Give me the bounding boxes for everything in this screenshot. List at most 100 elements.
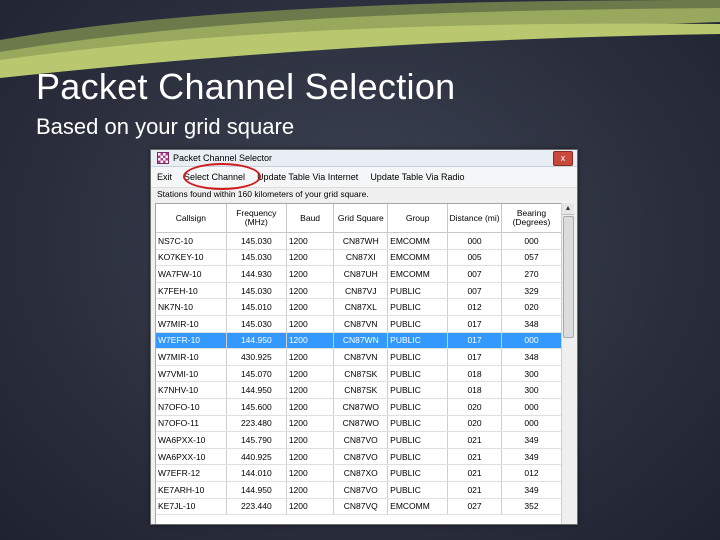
column-header-group[interactable]: Group bbox=[387, 204, 449, 233]
cell-bearing: 000 bbox=[501, 232, 562, 250]
cell-frequency: 144.950 bbox=[226, 481, 287, 499]
cell-distance: 012 bbox=[447, 298, 502, 316]
cell-baud: 1200 bbox=[286, 381, 335, 399]
cell-grid-square: CN87XI bbox=[333, 249, 389, 267]
cell-callsign: W7MIR-10 bbox=[156, 315, 227, 333]
cell-baud: 1200 bbox=[286, 448, 335, 466]
window-titlebar[interactable]: Packet Channel Selector x bbox=[151, 150, 577, 167]
cell-distance: 007 bbox=[447, 282, 502, 300]
cell-callsign: NS7C-10 bbox=[156, 232, 227, 250]
menu-exit[interactable]: Exit bbox=[151, 172, 178, 182]
cell-grid-square: CN87VN bbox=[333, 348, 389, 366]
table-row[interactable]: K7FEH-10 145.030 1200 CN87VJ PUBLIC 007 329 bbox=[156, 282, 562, 300]
cell-baud: 1200 bbox=[286, 249, 335, 267]
table-body: NS7C-10 145.030 1200 CN87WH EMCOMM 000 000 KO7K… bbox=[156, 232, 562, 516]
cell-grid-square: CN87XL bbox=[333, 298, 389, 316]
table-row[interactable]: WA7FW-10 144.930 1200 CN87UH EMCOMM 007 270 bbox=[156, 265, 562, 283]
cell-baud: 1200 bbox=[286, 498, 335, 516]
cell-frequency: 223.480 bbox=[226, 415, 287, 433]
cell-distance: 018 bbox=[447, 365, 502, 383]
table-row[interactable]: KO7KEY-10 145.030 1200 CN87XI EMCOMM 005 057 bbox=[156, 249, 562, 267]
cell-distance: 005 bbox=[447, 249, 502, 267]
cell-bearing: 270 bbox=[501, 265, 562, 283]
cell-bearing: 020 bbox=[501, 298, 562, 316]
table-row[interactable]: N7OFO-11 223.480 1200 CN87WO PUBLIC 020 000 bbox=[156, 415, 562, 433]
cell-frequency: 145.030 bbox=[226, 315, 287, 333]
table-row[interactable]: N7OFO-10 145.600 1200 CN87WO PUBLIC 020 000 bbox=[156, 398, 562, 416]
cell-group: PUBLIC bbox=[387, 415, 449, 433]
scroll-thumb[interactable] bbox=[563, 216, 574, 338]
table-row[interactable]: K7NHV-10 144.950 1200 CN87SK PUBLIC 018 300 bbox=[156, 381, 562, 399]
cell-bearing: 300 bbox=[501, 365, 562, 383]
cell-frequency: 145.010 bbox=[226, 298, 287, 316]
cell-baud: 1200 bbox=[286, 348, 335, 366]
scroll-up-arrow-icon[interactable]: ▲ bbox=[562, 203, 574, 215]
menu-update-radio[interactable]: Update Table Via Radio bbox=[364, 172, 470, 182]
cell-frequency: 145.030 bbox=[226, 249, 287, 267]
cell-group: EMCOMM bbox=[387, 232, 449, 250]
cell-group: PUBLIC bbox=[387, 348, 449, 366]
cell-baud: 1200 bbox=[286, 298, 335, 316]
cell-frequency: 145.790 bbox=[226, 431, 287, 449]
cell-distance: 017 bbox=[447, 348, 502, 366]
column-header-distance[interactable]: Distance (mi) bbox=[447, 204, 502, 233]
cell-frequency: 145.030 bbox=[226, 282, 287, 300]
cell-grid-square: CN87XO bbox=[333, 464, 389, 482]
close-button[interactable]: x bbox=[553, 150, 573, 166]
cell-bearing: 349 bbox=[501, 431, 562, 449]
table-row[interactable]: WA6PXX-10 440.925 1200 CN87VO PUBLIC 021 349 bbox=[156, 448, 562, 466]
table-row[interactable]: KE7ARH-10 144.950 1200 CN87VO PUBLIC 021 349 bbox=[156, 481, 562, 499]
cell-group: PUBLIC bbox=[387, 315, 449, 333]
cell-frequency: 430.925 bbox=[226, 348, 287, 366]
column-header-bearing[interactable]: Bearing (Degrees) bbox=[501, 204, 562, 233]
column-header-baud[interactable]: Baud bbox=[286, 204, 335, 233]
menu-update-internet[interactable]: Update Table Via Internet bbox=[251, 172, 364, 182]
cell-grid-square: CN87VO bbox=[333, 431, 389, 449]
column-header-grid-square[interactable]: Grid Square bbox=[333, 204, 389, 233]
menu-select-channel[interactable]: Select Channel bbox=[178, 172, 251, 182]
cell-distance: 007 bbox=[447, 265, 502, 283]
cell-group: EMCOMM bbox=[387, 265, 449, 283]
slide-title: Packet Channel Selection bbox=[36, 66, 456, 107]
cell-bearing: 012 bbox=[501, 464, 562, 482]
table-row[interactable]: NS7C-10 145.030 1200 CN87WH EMCOMM 000 000 bbox=[156, 232, 562, 250]
cell-callsign: K7FEH-10 bbox=[156, 282, 227, 300]
table-row[interactable]: W7VMI-10 145.070 1200 CN87SK PUBLIC 018 300 bbox=[156, 365, 562, 383]
cell-group: PUBLIC bbox=[387, 398, 449, 416]
cell-frequency: 144.950 bbox=[226, 332, 287, 350]
cell-baud: 1200 bbox=[286, 464, 335, 482]
column-header-callsign[interactable]: Callsign bbox=[156, 204, 227, 233]
cell-bearing: 349 bbox=[501, 481, 562, 499]
cell-grid-square: CN87VQ bbox=[333, 498, 389, 516]
cell-grid-square: CN87VO bbox=[333, 481, 389, 499]
table-row[interactable]: W7EFR-10 144.950 1200 CN87WN PUBLIC 017 000 bbox=[156, 332, 562, 350]
vertical-scrollbar[interactable]: ▲ bbox=[561, 203, 574, 524]
table-header-row: Callsign Frequency (MHz) Baud Grid Squar… bbox=[156, 204, 562, 233]
table-row[interactable]: KE7JL-10 223.440 1200 CN87VQ EMCOMM 027 352 bbox=[156, 498, 562, 516]
slide-subtitle: Based on your grid square bbox=[36, 114, 295, 139]
table-row[interactable]: NK7N-10 145.010 1200 CN87XL PUBLIC 012 020 bbox=[156, 298, 562, 316]
cell-distance: 017 bbox=[447, 332, 502, 350]
cell-baud: 1200 bbox=[286, 415, 335, 433]
table-row[interactable]: WA6PXX-10 145.790 1200 CN87VO PUBLIC 021 349 bbox=[156, 431, 562, 449]
table-row[interactable]: W7MIR-10 145.030 1200 CN87VN PUBLIC 017 348 bbox=[156, 315, 562, 333]
cell-baud: 1200 bbox=[286, 265, 335, 283]
cell-frequency: 144.930 bbox=[226, 265, 287, 283]
cell-frequency: 144.010 bbox=[226, 464, 287, 482]
cell-distance: 020 bbox=[447, 415, 502, 433]
app-icon bbox=[157, 152, 169, 164]
cell-callsign: W7EFR-10 bbox=[156, 332, 227, 350]
cell-grid-square: CN87WN bbox=[333, 332, 389, 350]
cell-callsign: NK7N-10 bbox=[156, 298, 227, 316]
cell-callsign: W7EFR-12 bbox=[156, 464, 227, 482]
cell-baud: 1200 bbox=[286, 431, 335, 449]
cell-group: PUBLIC bbox=[387, 365, 449, 383]
column-header-frequency[interactable]: Frequency (MHz) bbox=[226, 204, 287, 233]
cell-grid-square: CN87VJ bbox=[333, 282, 389, 300]
table-row[interactable]: W7EFR-12 144.010 1200 CN87XO PUBLIC 021 012 bbox=[156, 464, 562, 482]
table-row[interactable]: W7MIR-10 430.925 1200 CN87VN PUBLIC 017 348 bbox=[156, 348, 562, 366]
cell-frequency: 440.925 bbox=[226, 448, 287, 466]
cell-baud: 1200 bbox=[286, 332, 335, 350]
cell-group: PUBLIC bbox=[387, 298, 449, 316]
cell-baud: 1200 bbox=[286, 398, 335, 416]
